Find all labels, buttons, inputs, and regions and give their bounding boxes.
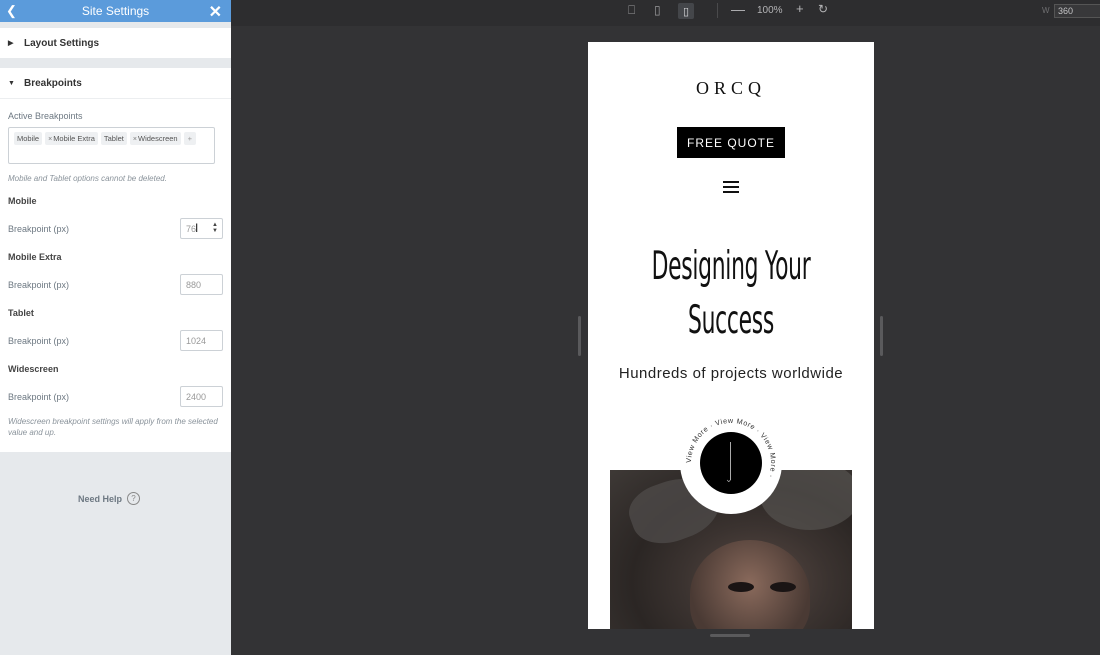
site-logo[interactable]: ORCQ <box>588 78 874 99</box>
breakpoint-label: Breakpoint (px) <box>8 335 70 346</box>
tag-tablet: Tablet <box>100 132 127 145</box>
group-label-tablet: Tablet <box>8 308 34 318</box>
resize-handle-left[interactable] <box>578 316 581 356</box>
remove-tag-icon[interactable]: × <box>48 136 52 143</box>
group-label-mobile: Mobile <box>8 196 37 206</box>
breakpoint-row-widescreen: Breakpoint (px) 2400 <box>8 386 223 407</box>
hero-line-1: Designing Your <box>651 244 811 289</box>
breakpoint-label: Breakpoint (px) <box>8 279 70 290</box>
hamburger-menu-icon[interactable] <box>723 181 739 196</box>
responsive-toolbar: ⎕ ▯ ▯ — 100% + ↻ W 360 <box>231 0 1100 22</box>
section-layout-settings[interactable]: ▶ Layout Settings <box>0 28 231 58</box>
caret-down-icon: ▼ <box>8 79 15 87</box>
breakpoint-row-tablet: Breakpoint (px) 1024 <box>8 330 223 351</box>
breakpoint-row-mobile-extra: Breakpoint (px) 880 <box>8 274 223 295</box>
active-breakpoints-select[interactable]: Mobile ×Mobile Extra Tablet ×Widescreen … <box>8 127 215 164</box>
spinner-icon[interactable]: ▲ ▼ <box>212 222 218 234</box>
tag-mobile-extra: ×Mobile Extra <box>45 132 98 145</box>
need-help-label: Need Help <box>78 493 123 504</box>
tablet-icon[interactable]: ▯ <box>654 3 661 17</box>
panel-header: ❮ Site Settings ✕ <box>0 0 231 22</box>
breakpoint-label: Breakpoint (px) <box>8 223 70 234</box>
width-label: W <box>1042 6 1050 15</box>
remove-tag-icon[interactable]: × <box>133 136 137 143</box>
zoom-out-icon[interactable]: — <box>731 1 745 17</box>
resize-handle-bottom[interactable] <box>710 634 750 637</box>
section-title-breakpoints: Breakpoints <box>24 77 82 89</box>
hero-subtitle: Hundreds of projects worldwide <box>618 365 844 382</box>
arrowhead-icon: ⌄ <box>725 474 733 484</box>
mobile-tablet-note: Mobile and Tablet options cannot be dele… <box>8 174 167 183</box>
section-breakpoints: ▼ Breakpoints Active Breakpoints Mobile … <box>0 68 231 452</box>
tablet-breakpoint-input[interactable]: 1024 <box>180 330 223 351</box>
view-more-badge[interactable]: View More · View More · View More · ⌄ <box>680 412 782 514</box>
help-icon: ? <box>127 492 141 505</box>
mobile-preview: ORCQ FREE QUOTE Designing Your Success H… <box>588 42 874 629</box>
mobile-extra-breakpoint-input[interactable]: 880 <box>180 274 223 295</box>
text-cursor-icon: I <box>195 221 199 235</box>
desktop-icon[interactable]: ⎕ <box>628 3 635 18</box>
hero-line-2: Success <box>688 298 774 343</box>
back-icon[interactable]: ❮ <box>6 3 17 19</box>
breakpoint-row-mobile: Breakpoint (px) 76 I ▲ ▼ <box>8 218 223 239</box>
need-help-link[interactable]: Need Help ? <box>78 492 141 505</box>
active-breakpoints-label: Active Breakpoints <box>8 111 83 121</box>
widescreen-breakpoint-input[interactable]: 2400 <box>180 386 223 407</box>
zoom-level: 100% <box>757 5 783 16</box>
resize-handle-right[interactable] <box>880 316 883 356</box>
section-title-layout: Layout Settings <box>24 37 100 49</box>
section-header-breakpoints[interactable]: ▼ Breakpoints <box>0 68 231 98</box>
toolbar-divider <box>717 3 718 18</box>
group-label-widescreen: Widescreen <box>8 364 59 374</box>
group-label-mobile-extra: Mobile Extra <box>8 252 62 262</box>
site-settings-panel: ❮ Site Settings ✕ ▶ Layout Settings ▼ Br… <box>0 0 231 655</box>
zoom-in-icon[interactable]: + <box>796 1 804 16</box>
width-input[interactable]: 360 <box>1054 4 1100 18</box>
widescreen-note: Widescreen breakpoint settings will appl… <box>8 417 218 437</box>
mobile-icon[interactable]: ▯ <box>678 3 694 19</box>
panel-title: Site Settings <box>81 4 150 18</box>
tag-widescreen: ×Widescreen <box>129 132 181 145</box>
caret-right-icon: ▶ <box>8 40 14 47</box>
free-quote-button[interactable]: FREE QUOTE <box>677 127 785 158</box>
close-icon[interactable]: ✕ <box>209 2 222 22</box>
tag-mobile: Mobile <box>14 132 43 145</box>
mobile-breakpoint-input[interactable]: 76 I ▲ ▼ <box>180 218 223 239</box>
breakpoint-label: Breakpoint (px) <box>8 391 70 402</box>
hero-heading: Designing Your Success <box>651 240 811 348</box>
add-tag-icon[interactable]: + <box>183 132 196 145</box>
divider <box>0 58 231 68</box>
reset-icon[interactable]: ↻ <box>818 2 828 16</box>
